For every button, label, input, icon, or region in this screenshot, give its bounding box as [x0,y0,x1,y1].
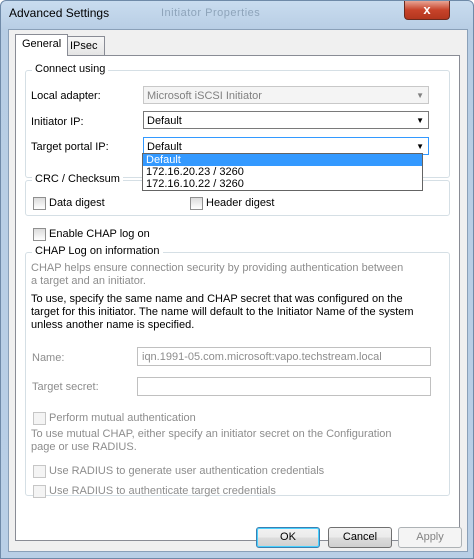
radius-user-checkbox[interactable] [33,465,46,478]
tab-ipsec[interactable]: IPsec [63,36,105,56]
enable-chap-checkbox[interactable] [33,228,46,241]
dropdown-option-default[interactable]: Default [143,154,422,166]
enable-chap-label: Enable CHAP log on [49,228,150,240]
advanced-settings-window: Advanced Settings Initiator Properties x… [0,0,474,559]
close-button[interactable]: x [404,1,450,20]
target-secret-field[interactable] [137,377,431,396]
general-tab-panel: Connect using Local adapter: Microsoft i… [15,55,460,541]
target-portal-ip-dropdown: Default 172.16.20.23 / 3260 172.16.10.22… [142,153,423,191]
ok-button[interactable]: OK [256,527,320,548]
title-bar: Advanced Settings Initiator Properties x [1,1,473,25]
chevron-down-icon: ▼ [416,91,424,100]
header-digest-label: Header digest [206,197,275,209]
local-adapter-label: Local adapter: [31,90,101,102]
tab-general[interactable]: General [15,34,69,56]
mutual-chap-description: To use mutual CHAP, either specify an in… [31,428,392,453]
initiator-ip-label: Initiator IP: [31,116,84,128]
chap-logon-group: CHAP Log on information [25,245,450,496]
radius-user-label: Use RADIUS to generate user authenticati… [49,465,325,477]
chap-logon-label: CHAP Log on information [32,245,163,257]
crc-checksum-label: CRC / Checksum [32,173,123,185]
dialog-client-area: General IPsec Connect using Local adapte… [8,29,468,552]
close-icon: x [423,2,431,17]
initiator-ip-value: Default [147,115,182,127]
target-secret-label: Target secret: [32,381,99,393]
apply-button[interactable]: Apply [398,527,462,548]
radius-target-label: Use RADIUS to authenticate target creden… [49,485,276,497]
mutual-auth-checkbox[interactable] [33,412,46,425]
initiator-ip-select[interactable]: Default ▼ [143,111,429,129]
connect-using-label: Connect using [32,63,109,75]
chap-description: CHAP helps ensure connection security by… [31,262,404,287]
dropdown-option-ip2[interactable]: 172.16.10.22 / 3260 [143,178,422,190]
local-adapter-value: Microsoft iSCSI Initiator [147,90,262,102]
background-window-title: Initiator Properties [161,7,261,19]
dropdown-option-ip1[interactable]: 172.16.20.23 / 3260 [143,166,422,178]
chap-name-field[interactable]: iqn.1991-05.com.microsoft:vapo.techstrea… [137,347,431,366]
target-portal-ip-label: Target portal IP: [31,141,109,153]
window-title: Advanced Settings [9,6,110,20]
target-portal-ip-value: Default [147,141,182,153]
header-digest-checkbox[interactable] [190,197,203,210]
chap-usage-description: To use, specify the same name and CHAP s… [31,293,414,331]
cancel-button[interactable]: Cancel [328,527,392,548]
local-adapter-select[interactable]: Microsoft iSCSI Initiator ▼ [143,86,429,104]
radius-target-checkbox[interactable] [33,485,46,498]
mutual-auth-label: Perform mutual authentication [49,412,196,424]
name-label: Name: [32,352,65,364]
data-digest-label: Data digest [49,197,105,209]
data-digest-checkbox[interactable] [33,197,46,210]
chevron-down-icon: ▼ [416,116,424,125]
